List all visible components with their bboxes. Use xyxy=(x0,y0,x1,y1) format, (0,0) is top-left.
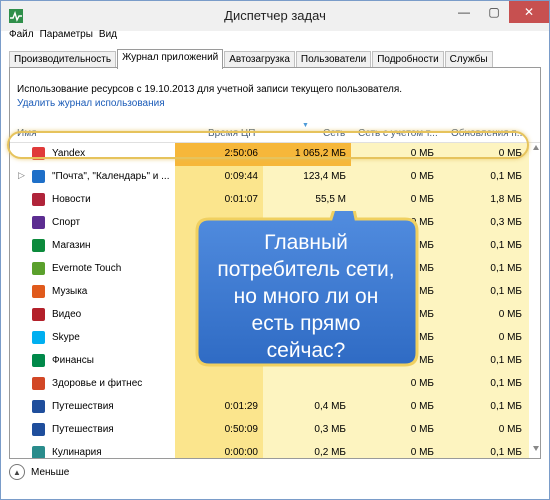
callout-text: Главный потребитель сети, но много ли он… xyxy=(217,231,395,362)
health-icon xyxy=(32,377,45,390)
tab-strip: Производительность Журнал приложений Авт… xyxy=(9,49,494,69)
usage-description: Использование ресурсов с 19.10.2013 для … xyxy=(17,84,403,95)
tab-performance[interactable]: Производительность xyxy=(9,51,117,68)
cell-cpu: 0:09:44 xyxy=(224,171,258,182)
cell-updates: 0 МБ xyxy=(498,309,522,320)
delete-usage-history-link[interactable]: Удалить журнал использования xyxy=(17,98,165,109)
music-icon xyxy=(32,285,45,298)
app-name: Кулинария xyxy=(52,447,102,458)
skype-icon xyxy=(32,331,45,344)
table-row[interactable]: Путешествия 0:50:09 0,3 МБ 0 МБ 0 МБ xyxy=(10,419,540,442)
tab-users[interactable]: Пользователи xyxy=(295,51,372,68)
app-name: Здоровье и фитнес xyxy=(52,378,143,389)
footer: ▲ Меньше xyxy=(9,457,69,487)
tab-services[interactable]: Службы xyxy=(444,51,493,68)
table-row[interactable]: Кулинария 0:00:00 0,2 МБ 0 МБ 0,1 МБ xyxy=(10,442,540,458)
app-name: Skype xyxy=(52,332,80,343)
app-name: Путешествия xyxy=(52,424,114,435)
cell-net-metered: 0 МБ xyxy=(410,401,434,412)
cell-cpu: 0:01:07 xyxy=(224,194,258,205)
cell-updates: 0,1 МБ xyxy=(490,401,522,412)
expand-arrow-icon[interactable]: ▷ xyxy=(18,170,25,181)
cell-updates: 0,3 МБ xyxy=(490,217,522,228)
cell-net-metered: 0 МБ xyxy=(410,171,434,182)
cell-net-metered: 0 МБ xyxy=(410,194,434,205)
mail-icon xyxy=(32,170,45,183)
tab-app-history[interactable]: Журнал приложений xyxy=(117,49,224,69)
cell-net: 0,3 МБ xyxy=(314,424,346,435)
cell-net-metered: 0 МБ xyxy=(410,424,434,435)
cell-cpu: 0:50:09 xyxy=(224,424,258,435)
tab-startup[interactable]: Автозагрузка xyxy=(224,51,295,68)
close-button[interactable]: ✕ xyxy=(509,1,549,23)
table-row[interactable]: Новости 0:01:07 55,5 М 0 МБ 1,8 МБ xyxy=(10,189,540,212)
table-row[interactable]: Путешествия 0:01:29 0,4 МБ 0 МБ 0,1 МБ xyxy=(10,396,540,419)
app-name: Evernote Touch xyxy=(52,263,122,274)
app-name: Спорт xyxy=(52,217,81,228)
cell-net-metered: 0 МБ xyxy=(410,447,434,458)
finance-icon xyxy=(32,354,45,367)
travel-icon xyxy=(32,423,45,436)
sort-arrow-icon: ▼ xyxy=(302,122,309,129)
cell-updates: 0 МБ xyxy=(498,332,522,343)
cell-cpu: 0:01:29 xyxy=(224,401,258,412)
app-name: "Почта", "Календарь" и ... xyxy=(52,171,170,182)
table-row[interactable]: Здоровье и фитнес 0 МБ 0,1 МБ xyxy=(10,373,540,396)
news-icon xyxy=(32,193,45,206)
cell-net: 123,4 МБ xyxy=(303,171,346,182)
app-name: Путешествия xyxy=(52,401,114,412)
app-name: Музыка xyxy=(52,286,88,297)
scrollbar[interactable] xyxy=(532,143,540,453)
cell-net: 55,5 М xyxy=(315,194,346,205)
travel-icon xyxy=(32,400,45,413)
cell-net: 0,4 МБ xyxy=(314,401,346,412)
cell-net: 0,2 МБ xyxy=(314,447,346,458)
app-name: Новости xyxy=(52,194,91,205)
cell-updates: 0,1 МБ xyxy=(490,286,522,297)
cell-updates: 1,8 МБ xyxy=(490,194,522,205)
menu-options[interactable]: Параметры xyxy=(40,29,99,45)
app-name: Видео xyxy=(52,309,82,320)
title-bar: Диспетчер задач — ▢ ✕ xyxy=(1,1,549,31)
task-manager-window: Диспетчер задач — ▢ ✕ Файл Параметры Вид… xyxy=(0,0,550,500)
cell-updates: 0,1 МБ xyxy=(490,263,522,274)
cell-updates: 0 МБ xyxy=(498,424,522,435)
maximize-button[interactable]: ▢ xyxy=(479,1,509,23)
menu-file[interactable]: Файл xyxy=(9,29,40,45)
app-name: Финансы xyxy=(52,355,94,366)
menu-view[interactable]: Вид xyxy=(99,29,123,45)
cell-updates: 0,1 МБ xyxy=(490,447,522,458)
tab-details[interactable]: Подробности xyxy=(372,51,444,68)
menu-bar: Файл Параметры Вид xyxy=(1,29,123,45)
sport-icon xyxy=(32,216,45,229)
cell-background xyxy=(263,373,351,396)
cell-net-metered: 0 МБ xyxy=(410,378,434,389)
video-icon xyxy=(32,308,45,321)
app-name: Магазин xyxy=(52,240,91,251)
cell-updates: 0,1 МБ xyxy=(490,240,522,251)
cell-background xyxy=(175,373,263,396)
evernote-icon xyxy=(32,262,45,275)
cell-updates: 0,1 МБ xyxy=(490,171,522,182)
fewer-details-button[interactable]: Меньше xyxy=(31,467,69,478)
table-row[interactable]: ▷ "Почта", "Календарь" и ... 0:09:44 123,4 … xyxy=(10,166,540,189)
minimize-button[interactable]: — xyxy=(449,1,479,23)
store-icon xyxy=(32,239,45,252)
cell-updates: 0,1 МБ xyxy=(490,378,522,389)
cell-updates: 0,1 МБ xyxy=(490,355,522,366)
chevron-up-icon[interactable]: ▲ xyxy=(9,464,25,480)
highlight-ring xyxy=(7,131,529,159)
cell-cpu: 0:00:00 xyxy=(224,447,258,458)
